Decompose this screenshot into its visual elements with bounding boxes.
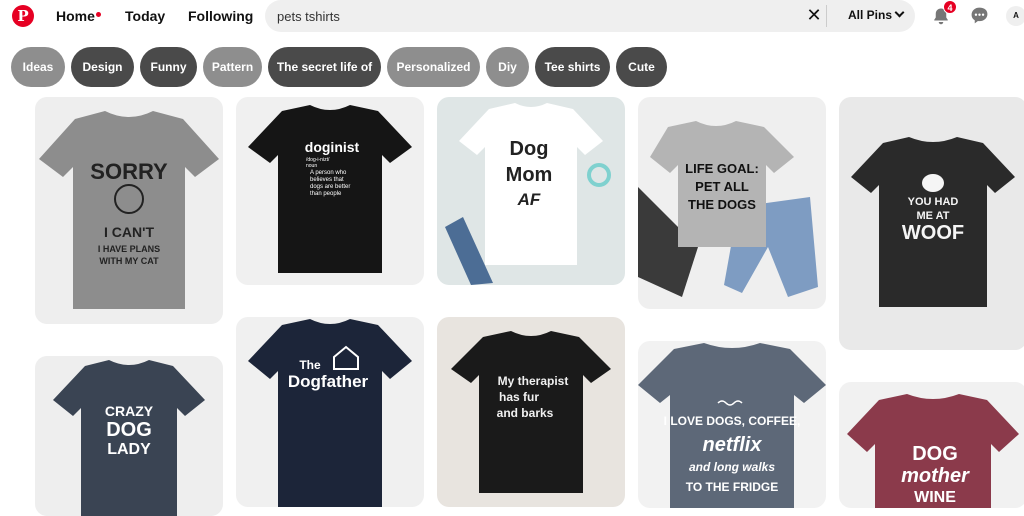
shirt-print-line: WINE xyxy=(914,489,956,506)
shirt-print-line: Mom xyxy=(506,164,553,186)
pin-card-life-goal[interactable]: LIFE GOAL: PET ALL THE DOGS xyxy=(638,97,826,309)
shirt-print-line: THE DOGS xyxy=(688,197,756,212)
pin-card-my-therapist[interactable]: My therapist has fur and barks xyxy=(437,317,625,507)
logo-letter: P xyxy=(17,6,29,25)
shirt-print-line: DOG xyxy=(106,419,152,441)
pin-card-i-love-dogs[interactable]: I LOVE DOGS, COFFEE, netflix and long wa… xyxy=(638,341,826,508)
nav-today[interactable]: Today xyxy=(125,8,165,24)
search-bar: ✕ All Pins xyxy=(265,0,915,32)
shirt-print-line: SORRY xyxy=(90,159,168,184)
shirt-print-line: LADY xyxy=(107,441,151,458)
chip-personalized[interactable]: Personalized xyxy=(387,47,480,87)
shirt-print-line: AF xyxy=(517,190,541,209)
pin-card-dog-mother-wine[interactable]: DOG mother WINE xyxy=(839,382,1024,508)
chip-diy[interactable]: Diy xyxy=(486,47,529,87)
shirt-print-line: TO THE FRIDGE xyxy=(686,480,778,494)
notification-count-badge: 4 xyxy=(943,0,957,14)
shirt-print-line: Dogfather xyxy=(288,372,369,391)
chip-design[interactable]: Design xyxy=(71,47,134,87)
shirt-print-line: Dog xyxy=(510,138,549,160)
shirt-print-line: ME AT xyxy=(917,210,950,222)
shirt-print-line: I LOVE DOGS, COFFEE, xyxy=(664,414,801,428)
nav-following[interactable]: Following xyxy=(188,8,253,24)
shirt-print-line: netflix xyxy=(703,434,763,456)
shirt-print-line: DOG xyxy=(912,443,958,465)
chip-the-secret-life-of[interactable]: The secret life of xyxy=(268,47,381,87)
shirt-print-line: has fur xyxy=(499,390,539,404)
user-avatar[interactable]: A xyxy=(1006,6,1024,26)
shirt-print-line: My therapist xyxy=(498,374,569,388)
pin-card-dog-mom[interactable]: Dog Mom AF xyxy=(437,97,625,285)
shirt-print-line: CRAZY xyxy=(105,403,154,419)
clear-search-icon[interactable]: ✕ xyxy=(803,4,825,26)
search-divider xyxy=(826,5,827,27)
chip-pattern[interactable]: Pattern xyxy=(203,47,262,87)
pin-card-doginist[interactable]: doginist /dog-i-nizt/ noun A person who … xyxy=(236,97,424,285)
shirt-print-line: and barks xyxy=(497,406,554,420)
shirt-print-line: YOU HAD xyxy=(908,196,959,208)
shirt-print-line: I HAVE PLANS xyxy=(98,244,160,254)
pin-card-you-had-me-at-woof[interactable]: YOU HAD ME AT WOOF xyxy=(839,97,1024,350)
shirt-print-line: and long walks xyxy=(689,460,775,474)
pinterest-logo-icon[interactable]: P xyxy=(12,5,34,27)
shirt-print-line: believes that xyxy=(310,177,344,183)
messages-icon[interactable] xyxy=(970,6,989,25)
chip-ideas[interactable]: Ideas xyxy=(11,47,65,87)
shirt-print-line: mother xyxy=(901,465,970,487)
shirt-print-line: I CAN'T xyxy=(104,224,154,240)
nav-home[interactable]: Home xyxy=(56,8,95,24)
shirt-print-line: WOOF xyxy=(902,222,964,244)
shirt-print-line: LIFE GOAL: xyxy=(685,161,759,176)
all-pins-dropdown[interactable]: All Pins xyxy=(848,8,892,22)
shirt-print-line: The xyxy=(299,358,321,372)
shirt-print-line: A person who xyxy=(310,170,347,176)
shirt-print-line: dogs are better xyxy=(310,184,350,190)
shirt-print-line: PET ALL xyxy=(695,179,749,194)
top-nav-bar: P Home Today Following ✕ All Pins 4 A xyxy=(0,0,1024,38)
search-input[interactable] xyxy=(277,7,697,25)
shirt-print-line: doginist xyxy=(305,139,360,155)
pin-card-dogfather[interactable]: The Dogfather xyxy=(236,317,424,507)
chevron-down-icon[interactable] xyxy=(894,7,905,18)
shirt-print-line: than people xyxy=(310,191,342,197)
filter-chips: Ideas Design Funny Pattern The secret li… xyxy=(11,47,673,87)
chip-funny[interactable]: Funny xyxy=(140,47,197,87)
chip-tee-shirts[interactable]: Tee shirts xyxy=(535,47,610,87)
pin-card-crazy-dog-lady[interactable]: CRAZY DOG LADY xyxy=(35,356,223,516)
home-active-dot-icon xyxy=(96,12,101,17)
chip-cute[interactable]: Cute xyxy=(616,47,667,87)
pug-icon xyxy=(922,174,944,192)
shirt-print-line: WITH MY CAT xyxy=(99,256,159,266)
shirt-print-line: noun xyxy=(306,163,317,169)
pin-card-sorry-cat[interactable]: SORRY I CAN'T I HAVE PLANS WITH MY CAT xyxy=(35,97,223,324)
